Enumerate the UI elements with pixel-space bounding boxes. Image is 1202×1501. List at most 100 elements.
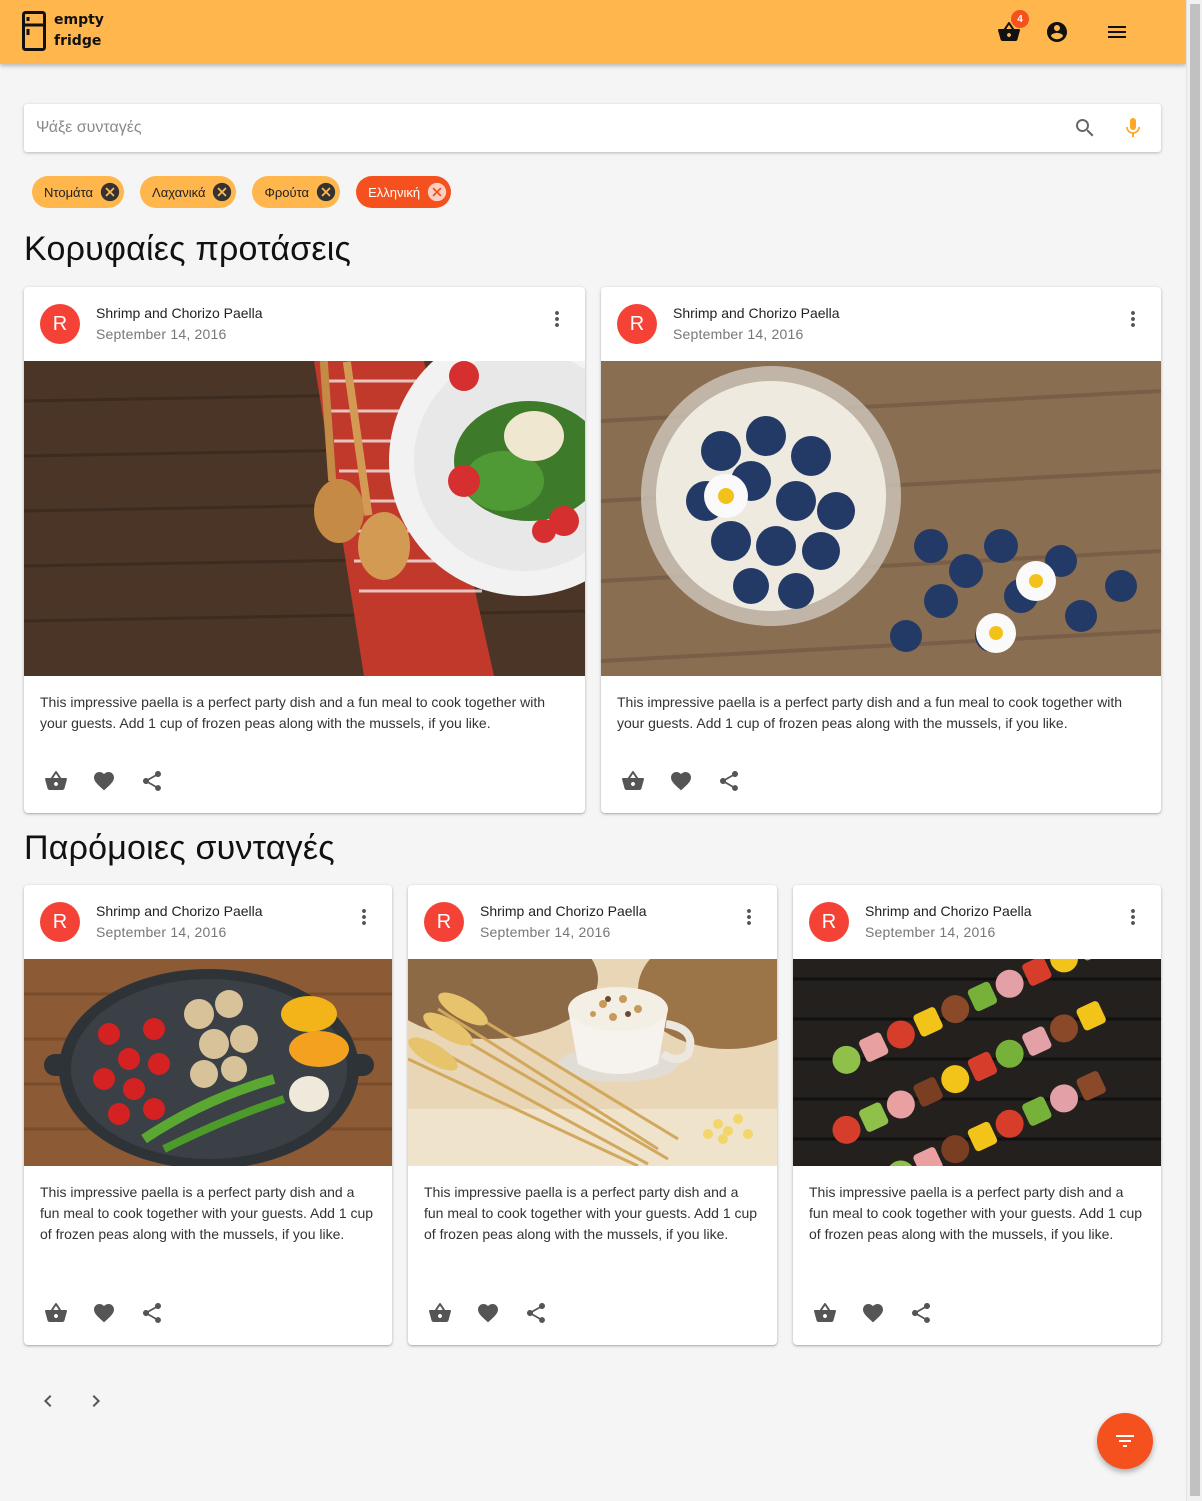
recipe-card[interactable]: R Shrimp and Chorizo Paella September 14… <box>601 287 1161 813</box>
favorite-button[interactable] <box>80 1293 128 1333</box>
chip-fruits[interactable]: Φρούτα <box>252 176 341 208</box>
card-date: September 14, 2016 <box>673 326 804 342</box>
basket-icon <box>45 1302 67 1322</box>
favorite-button[interactable] <box>464 1293 512 1333</box>
favorite-button[interactable] <box>80 761 128 801</box>
recipe-image-vegetables[interactable] <box>24 959 392 1166</box>
heart-icon <box>94 772 114 791</box>
heart-icon <box>478 1304 498 1323</box>
share-icon <box>527 1303 545 1323</box>
add-to-basket-button[interactable] <box>801 1293 849 1333</box>
cart-badge: 4 <box>1011 10 1029 28</box>
chip-label: Λαχανικά <box>152 184 206 200</box>
avatar: R <box>617 304 657 344</box>
recipe-image-cereal[interactable] <box>408 959 777 1166</box>
pagination <box>24 1385 120 1417</box>
heart-icon <box>94 1304 114 1323</box>
card-actions <box>32 1293 176 1333</box>
cancel-icon <box>100 182 120 202</box>
avatar: R <box>40 304 80 344</box>
chip-tomato[interactable]: Ντομάτα <box>32 176 125 208</box>
cancel-icon <box>213 182 232 202</box>
share-icon <box>912 1303 930 1323</box>
search-input[interactable] <box>24 104 1061 152</box>
share-button[interactable] <box>705 761 753 801</box>
prev-page-button[interactable] <box>24 1385 72 1417</box>
recipe-image-skewers[interactable] <box>793 959 1161 1166</box>
account-circle-icon <box>1047 22 1067 42</box>
more-button[interactable] <box>1121 903 1145 931</box>
share-button[interactable] <box>897 1293 945 1333</box>
logo-line2: fridge <box>54 33 102 49</box>
chip-label: Φρούτα <box>264 184 310 200</box>
card-header: R Shrimp and Chorizo Paella September 14… <box>601 287 1161 361</box>
more-button[interactable] <box>352 903 376 931</box>
more-button[interactable] <box>545 305 569 333</box>
more-vert-icon <box>362 909 366 925</box>
card-title: Shrimp and Chorizo Paella <box>865 903 1032 919</box>
recipe-image-blueberries[interactable] <box>601 361 1161 676</box>
card-description: This impressive paella is a perfect part… <box>617 694 1123 731</box>
chip-vegetables[interactable]: Λαχανικά <box>140 176 237 208</box>
next-page-button[interactable] <box>72 1385 120 1417</box>
more-button[interactable] <box>1121 305 1145 333</box>
card-header: R Shrimp and Chorizo Paella September 14… <box>408 885 777 959</box>
add-to-basket-button[interactable] <box>32 761 80 801</box>
add-to-basket-button[interactable] <box>609 761 657 801</box>
basket-icon <box>45 770 67 790</box>
section-title-similar: Παρόμοιες συνταγές <box>24 829 335 867</box>
recipe-card[interactable]: R Shrimp and Chorizo Paella September 14… <box>793 885 1161 1345</box>
filter-icon <box>1116 1435 1134 1447</box>
card-title: Shrimp and Chorizo Paella <box>96 903 263 919</box>
card-title: Shrimp and Chorizo Paella <box>480 903 647 919</box>
voice-search-button[interactable] <box>1109 104 1157 152</box>
chip-delete-button[interactable] <box>315 181 337 203</box>
menu-button[interactable] <box>1101 16 1133 48</box>
share-icon <box>720 771 738 791</box>
card-actions <box>32 761 176 801</box>
basket-icon <box>429 1302 451 1322</box>
add-to-basket-button[interactable] <box>32 1293 80 1333</box>
chip-delete-button[interactable] <box>99 181 121 203</box>
search-button[interactable] <box>1061 104 1109 152</box>
chip-greek[interactable]: Ελληνική <box>356 176 452 208</box>
card-date: September 14, 2016 <box>865 924 996 940</box>
search-icon <box>1076 119 1094 137</box>
logo-text: empty fridge <box>54 10 104 52</box>
favorite-button[interactable] <box>657 761 705 801</box>
recipe-card[interactable]: R Shrimp and Chorizo Paella September 14… <box>408 885 777 1345</box>
heart-icon <box>671 772 691 791</box>
chip-delete-button[interactable] <box>426 181 448 203</box>
recipe-image-salad[interactable] <box>24 361 585 676</box>
card-description: This impressive paella is a perfect part… <box>809 1184 1143 1242</box>
add-to-basket-button[interactable] <box>416 1293 464 1333</box>
card-title: Shrimp and Chorizo Paella <box>673 305 840 321</box>
scrollbar[interactable] <box>1186 0 1202 1501</box>
share-button[interactable] <box>128 1293 176 1333</box>
share-icon <box>143 771 161 791</box>
card-date: September 14, 2016 <box>480 924 611 940</box>
account-button[interactable] <box>1041 16 1073 48</box>
filter-chips: Ντομάτα Λαχανικά Φρούτα Ελληνική <box>32 176 452 208</box>
cart-button[interactable]: 4 <box>993 10 1029 48</box>
logo[interactable]: empty fridge <box>22 9 104 53</box>
menu-icon <box>1108 26 1126 38</box>
basket-icon <box>622 770 644 790</box>
favorite-button[interactable] <box>849 1293 897 1333</box>
recipe-card[interactable]: R Shrimp and Chorizo Paella September 14… <box>24 287 585 813</box>
chevron-left-icon <box>44 1395 52 1407</box>
filter-fab-button[interactable] <box>1097 1413 1153 1469</box>
more-vert-icon <box>1131 311 1135 327</box>
avatar: R <box>40 902 80 942</box>
chip-delete-button[interactable] <box>211 181 233 203</box>
scrollbar-thumb[interactable] <box>1190 4 1200 1496</box>
card-description: This impressive paella is a perfect part… <box>40 1184 374 1242</box>
recipe-card[interactable]: R Shrimp and Chorizo Paella September 14… <box>24 885 392 1345</box>
card-header: R Shrimp and Chorizo Paella September 14… <box>793 885 1161 959</box>
card-date: September 14, 2016 <box>96 924 227 940</box>
share-button[interactable] <box>128 761 176 801</box>
chip-label: Ελληνική <box>368 184 421 200</box>
more-button[interactable] <box>737 903 761 931</box>
share-button[interactable] <box>512 1293 560 1333</box>
section-title-top: Κορυφαίες προτάσεις <box>24 230 352 268</box>
